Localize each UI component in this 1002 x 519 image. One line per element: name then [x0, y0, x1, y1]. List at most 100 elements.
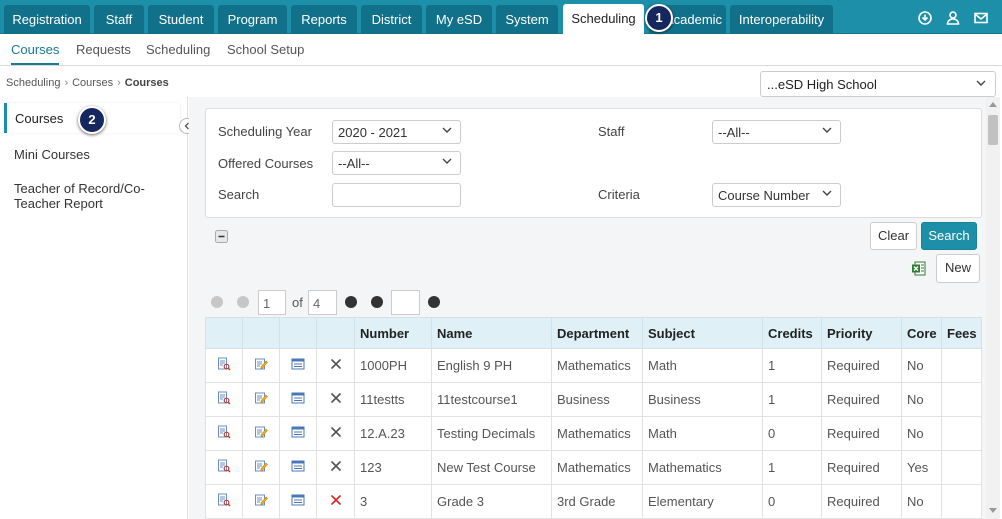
page-total-value: 4	[313, 296, 321, 311]
view-button[interactable]	[205, 484, 243, 519]
details-button[interactable]	[279, 484, 317, 519]
cell-name: English 9 PH	[431, 348, 552, 383]
delete-button[interactable]	[316, 416, 355, 451]
header-fees[interactable]: Fees	[941, 317, 982, 349]
delete-button[interactable]	[316, 484, 355, 519]
tab-system[interactable]: System	[496, 5, 558, 34]
page-number-input[interactable]: 1	[258, 290, 286, 315]
prev-page-icon[interactable]	[237, 296, 249, 308]
excel-export-icon[interactable]	[911, 261, 926, 276]
breadcrumb-scheduling[interactable]: Scheduling	[6, 77, 60, 89]
chevron-down-icon	[976, 80, 986, 86]
offered-courses-label: Offered Courses	[218, 156, 314, 171]
sidebar-item-label: Courses	[15, 111, 64, 126]
goto-page-icon[interactable]	[428, 296, 440, 308]
new-button[interactable]: New	[936, 254, 980, 283]
first-page-icon[interactable]	[211, 296, 223, 308]
view-button[interactable]	[205, 450, 243, 485]
tab-my-esd[interactable]: My eSD	[426, 5, 492, 34]
header-core[interactable]: Core	[901, 317, 942, 349]
breadcrumb-courses[interactable]: Courses	[72, 77, 113, 89]
next-page-icon[interactable]	[345, 296, 357, 308]
subnav-requests[interactable]: Requests	[76, 42, 131, 57]
cell-priority: Required	[821, 348, 902, 383]
view-icon	[218, 425, 231, 439]
subnav-school-setup[interactable]: School Setup	[227, 42, 304, 57]
chevron-down-icon	[442, 127, 452, 133]
download-icon[interactable]	[917, 10, 933, 26]
view-button[interactable]	[205, 348, 243, 383]
view-button[interactable]	[205, 382, 243, 417]
scheduling-year-select[interactable]: 2020 - 2021	[332, 120, 461, 144]
delete-button[interactable]	[316, 382, 355, 417]
user-settings-icon[interactable]	[945, 10, 961, 26]
sidebar-item-mini-courses[interactable]: Mini Courses	[14, 147, 179, 162]
search-input[interactable]	[332, 183, 461, 207]
vertical-scrollbar[interactable]	[986, 97, 1000, 519]
subnav-courses[interactable]: Courses	[11, 42, 60, 65]
edit-button[interactable]	[242, 484, 280, 519]
tab-student[interactable]: Student	[148, 5, 214, 34]
details-button[interactable]	[279, 382, 317, 417]
clear-button[interactable]: Clear	[870, 222, 917, 250]
top-nav: Registration Staff Student Program Repor…	[0, 0, 1002, 34]
view-button[interactable]	[205, 416, 243, 451]
table-row: 3 Grade 3 3rd Grade Elementary 0 Required No	[205, 484, 982, 519]
edit-button[interactable]	[242, 348, 280, 383]
edit-icon	[255, 494, 268, 506]
scroll-up-icon[interactable]	[989, 101, 997, 107]
goto-page-input[interactable]	[391, 290, 420, 315]
tab-reports[interactable]: Reports	[291, 5, 357, 34]
annotation-badge-2: 2	[78, 106, 106, 134]
cell-department: Mathematics	[551, 348, 643, 383]
details-button[interactable]	[279, 348, 317, 383]
details-icon	[291, 494, 305, 506]
staff-select[interactable]: --All--	[712, 120, 841, 144]
sub-nav: Courses Requests Scheduling School Setup	[0, 34, 1002, 66]
edit-button[interactable]	[242, 382, 280, 417]
offered-courses-select[interactable]: --All--	[332, 151, 461, 175]
header-subject[interactable]: Subject	[642, 317, 763, 349]
cell-credits: 0	[762, 484, 822, 519]
cell-name: New Test Course	[431, 450, 552, 485]
cell-fees	[941, 450, 982, 485]
header-details	[279, 317, 317, 349]
collapse-filter-icon[interactable]	[215, 230, 228, 243]
tab-scheduling[interactable]: Scheduling	[563, 4, 644, 34]
tab-staff[interactable]: Staff	[94, 5, 144, 34]
tab-registration[interactable]: Registration	[4, 5, 90, 34]
search-button[interactable]: Search	[921, 222, 977, 250]
criteria-value: Course Number	[718, 188, 810, 203]
tab-district[interactable]: District	[361, 5, 422, 34]
details-button[interactable]	[279, 450, 317, 485]
header-credits[interactable]: Credits	[762, 317, 822, 349]
school-select[interactable]: ...eSD High School	[760, 71, 996, 97]
edit-button[interactable]	[242, 416, 280, 451]
last-page-icon[interactable]	[371, 296, 383, 308]
header-priority[interactable]: Priority	[821, 317, 902, 349]
cell-subject: Mathematics	[642, 450, 763, 485]
details-button[interactable]	[279, 416, 317, 451]
page-of-label: of	[292, 295, 303, 310]
cell-priority: Required	[821, 382, 902, 417]
cell-credits: 0	[762, 416, 822, 451]
tab-interoperability[interactable]: Interoperability	[730, 5, 833, 34]
cell-number: 123	[354, 450, 432, 485]
cell-subject: Business	[642, 382, 763, 417]
subnav-scheduling[interactable]: Scheduling	[146, 42, 210, 57]
header-number[interactable]: Number	[354, 317, 432, 349]
delete-button[interactable]	[316, 450, 355, 485]
scrollbar-thumb[interactable]	[988, 115, 998, 145]
criteria-select[interactable]: Course Number	[712, 183, 841, 207]
edit-icon	[255, 358, 268, 370]
tab-program[interactable]: Program	[218, 5, 287, 34]
edit-button[interactable]	[242, 450, 280, 485]
header-department[interactable]: Department	[551, 317, 643, 349]
courses-table: Number Name Department Subject Credits P…	[205, 317, 982, 519]
mail-icon[interactable]	[973, 10, 989, 26]
delete-button[interactable]	[316, 348, 355, 383]
sidebar-item-teacher-of-record[interactable]: Teacher of Record/Co-Teacher Report	[14, 181, 179, 211]
cell-subject: Elementary	[642, 484, 763, 519]
header-name[interactable]: Name	[431, 317, 552, 349]
scroll-down-icon[interactable]	[989, 508, 997, 514]
